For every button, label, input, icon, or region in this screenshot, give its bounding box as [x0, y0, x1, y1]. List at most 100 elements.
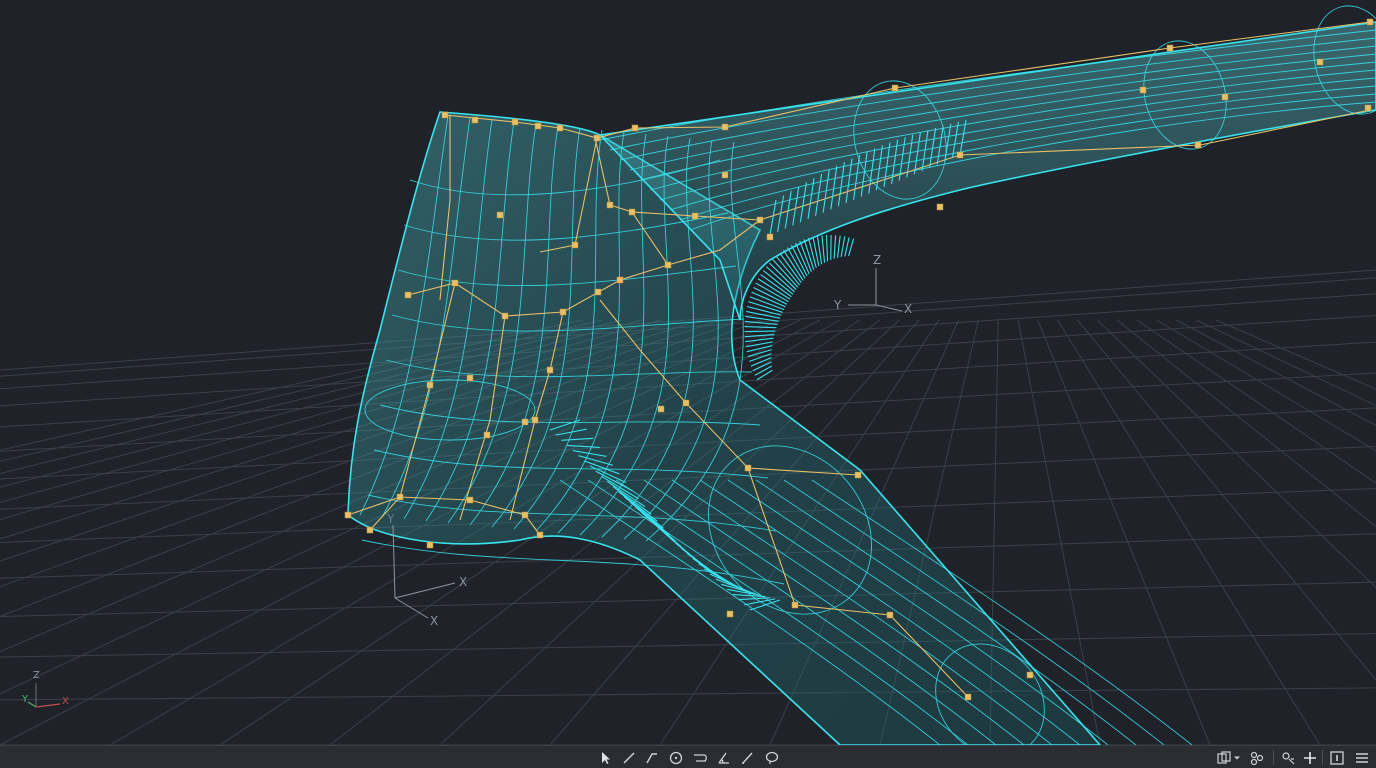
control-point — [501, 312, 509, 320]
control-point — [744, 464, 752, 472]
control-point — [691, 212, 699, 220]
comb-spike — [744, 325, 777, 329]
control-point — [1366, 18, 1374, 26]
control-point — [1139, 86, 1147, 94]
control-point — [471, 116, 479, 124]
control-point — [521, 418, 529, 426]
measure-angle-icon[interactable] — [714, 749, 734, 767]
control-point — [756, 216, 764, 224]
control-point — [571, 241, 579, 249]
menu-icon[interactable] — [1352, 749, 1372, 767]
control-point — [1166, 44, 1174, 52]
control-point — [594, 288, 602, 296]
control-point — [511, 118, 519, 126]
control-point — [1026, 671, 1034, 679]
control-point — [1194, 141, 1202, 149]
comb-spike — [757, 278, 791, 300]
control-point — [886, 611, 894, 619]
control-point — [616, 276, 624, 284]
control-point — [466, 496, 474, 504]
control-point — [344, 511, 352, 519]
comb-spike — [807, 237, 817, 269]
control-point — [1316, 58, 1324, 66]
control-point — [657, 405, 665, 413]
control-point — [956, 151, 964, 159]
bottom-toolbar — [0, 745, 1376, 768]
control-point — [682, 399, 690, 407]
comb-spike — [756, 369, 773, 381]
gizmo-z-label: Z — [873, 253, 882, 267]
control-point — [531, 416, 539, 424]
control-point — [426, 541, 434, 549]
grid-line — [1195, 319, 1376, 407]
grid-line — [1116, 319, 1376, 528]
scene-canvas[interactable] — [0, 0, 1376, 745]
chevron-down-icon[interactable] — [1231, 749, 1243, 767]
control-point — [556, 124, 564, 132]
line-tool-icon[interactable] — [619, 749, 639, 767]
select-cursor-icon[interactable] — [596, 749, 616, 767]
control-point — [606, 201, 614, 209]
polyline-tool-icon[interactable] — [642, 749, 662, 767]
control-point — [628, 208, 636, 216]
comb-spike — [833, 235, 837, 259]
control-point — [451, 279, 459, 287]
settings-nodes-icon[interactable] — [1247, 749, 1267, 767]
toolbar-divider — [1273, 750, 1274, 765]
comb-spike — [752, 361, 772, 372]
control-point — [426, 381, 434, 389]
3d-viewport[interactable]: Z Y X Y X X Z X Y — [0, 0, 1376, 745]
control-point — [1364, 104, 1372, 112]
control-point — [664, 261, 672, 269]
control-point — [466, 374, 474, 382]
comb-spike — [844, 237, 850, 257]
pen-tool-icon[interactable] — [738, 749, 758, 767]
comb-spike — [755, 282, 789, 303]
comb-spike — [836, 235, 841, 258]
control-point — [854, 471, 862, 479]
snap-icon[interactable] — [1278, 749, 1298, 767]
world-z-label: Z — [33, 670, 40, 681]
control-point — [366, 526, 374, 534]
comb-spike — [840, 236, 846, 257]
control-point — [631, 124, 639, 132]
control-point — [891, 84, 899, 92]
control-point — [721, 123, 729, 131]
curve-tool-icon[interactable] — [690, 749, 710, 767]
comb-spike — [821, 235, 826, 263]
control-point — [404, 291, 412, 299]
comb-spike — [754, 365, 773, 376]
grid-line — [1176, 319, 1376, 427]
control-point — [791, 601, 799, 609]
comb-spike — [744, 330, 776, 333]
toolbar-divider — [1322, 750, 1323, 765]
control-point — [593, 134, 601, 142]
ground-x-label: X — [459, 575, 468, 589]
control-point — [559, 308, 567, 316]
control-point — [721, 171, 729, 179]
ground-x2-label: X — [430, 614, 439, 628]
grid-line — [1136, 319, 1376, 484]
world-y-label: Y — [22, 694, 29, 705]
control-point — [726, 610, 734, 618]
panel-icon[interactable] — [1327, 749, 1347, 767]
gizmo-y-label: Y — [834, 298, 842, 312]
control-point — [496, 211, 504, 219]
control-point — [936, 203, 944, 211]
control-point — [534, 122, 542, 130]
world-axes — [27, 683, 61, 708]
grid-line — [1096, 319, 1376, 589]
control-point — [483, 431, 491, 439]
control-point — [441, 111, 449, 119]
add-icon[interactable] — [1300, 749, 1320, 767]
control-point — [1221, 93, 1229, 101]
control-point — [396, 493, 404, 501]
world-x-label: X — [62, 696, 69, 707]
circle-tool-icon[interactable] — [666, 749, 686, 767]
lasso-tool-icon[interactable] — [762, 749, 782, 767]
grid-line — [0, 687, 1376, 701]
control-point — [766, 233, 774, 241]
control-point — [546, 366, 554, 374]
control-point — [536, 531, 544, 539]
control-point — [521, 511, 529, 519]
